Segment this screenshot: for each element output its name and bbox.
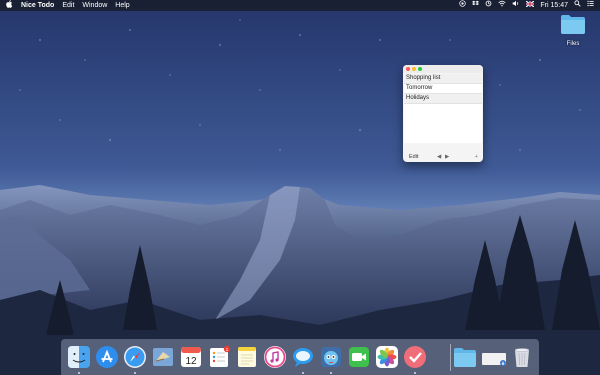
search-icon[interactable] [574, 0, 581, 11]
menu-edit[interactable]: Edit [62, 0, 74, 11]
menu-window[interactable]: Window [82, 0, 107, 11]
dropbox-icon[interactable] [472, 0, 480, 11]
minimize-button[interactable] [412, 67, 416, 71]
window-titlebar[interactable] [403, 65, 483, 73]
folder-label: Files [566, 41, 580, 47]
menu-app-name[interactable]: Nice Todo [21, 0, 54, 11]
add-list-button[interactable]: + [475, 152, 478, 162]
messages-icon[interactable] [291, 345, 315, 369]
folder-icon [561, 15, 585, 34]
reminders-icon[interactable]: 1 [207, 345, 231, 369]
notes-icon[interactable] [235, 345, 259, 369]
menu-clock[interactable]: Fri 15:47 [540, 0, 568, 11]
previous-button[interactable]: ◀ [437, 152, 441, 162]
menu-help[interactable]: Help [115, 0, 129, 11]
list-item-shopping[interactable]: Shopping list [404, 74, 482, 84]
next-button[interactable]: ▶ [445, 152, 449, 162]
zoom-button[interactable] [418, 67, 422, 71]
app-store-icon[interactable] [95, 345, 119, 369]
airdrop-icon[interactable] [459, 0, 467, 11]
document-stack-icon[interactable] [481, 345, 509, 369]
itunes-icon[interactable] [263, 345, 287, 369]
volume-icon[interactable] [512, 0, 520, 11]
trash-icon[interactable] [510, 345, 534, 369]
desktop-folder-files[interactable]: Files [556, 14, 590, 47]
menu-bar: Nice Todo Edit Window Help Fri 15:47 [0, 0, 600, 11]
facetime-icon[interactable] [347, 345, 371, 369]
mail-icon[interactable] [151, 345, 175, 369]
safari-icon[interactable] [123, 345, 147, 369]
calendar-day: 12 [185, 356, 197, 367]
close-button[interactable] [406, 67, 410, 71]
nice-todo-icon[interactable] [403, 345, 427, 369]
wifi-icon[interactable] [498, 0, 506, 11]
desktop-wallpaper [0, 0, 600, 375]
reminders-badge: 1 [226, 347, 229, 353]
list-item-tomorrow[interactable]: Tomorrow [404, 84, 482, 94]
notification-center-icon[interactable] [587, 0, 594, 11]
dock: 12 1 [61, 339, 539, 375]
tweetbot-icon[interactable] [319, 345, 343, 369]
todo-window: Shopping list Tomorrow Holidays Edit ◀ ▶… [403, 65, 483, 162]
dock-separator [450, 344, 451, 371]
sync-icon[interactable] [485, 0, 492, 11]
apple-icon[interactable] [6, 0, 13, 12]
photos-icon[interactable] [375, 345, 399, 369]
window-bottom-bar: Edit ◀ ▶ + [403, 152, 483, 162]
downloads-folder-icon[interactable] [453, 345, 477, 369]
todo-lists: Shopping list Tomorrow Holidays [404, 74, 482, 143]
edit-button[interactable]: Edit [409, 152, 418, 162]
list-item-holidays[interactable]: Holidays [404, 94, 482, 104]
flag-icon[interactable] [526, 0, 535, 11]
calendar-icon[interactable]: 12 [179, 345, 203, 369]
finder-icon[interactable] [67, 345, 91, 369]
